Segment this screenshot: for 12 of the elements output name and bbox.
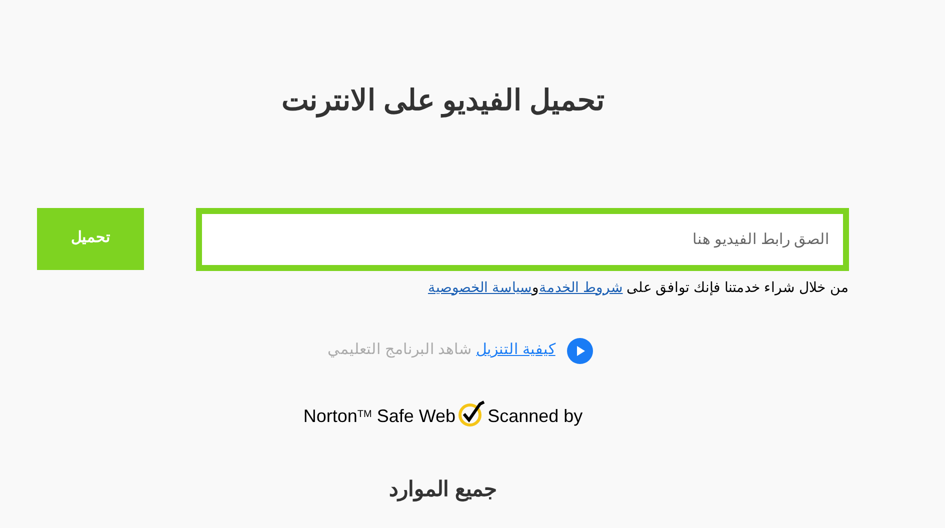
terms-text: من خلال شراء خدمتنا فإنك توافق على شروط الخدمةوسياسة الخصوصية xyxy=(428,278,849,298)
page-title: تحميل الفيديو على الانترنت xyxy=(281,84,605,120)
url-input-field[interactable]: الصق رابط الفيديو هنا xyxy=(196,208,849,270)
play-icon[interactable] xyxy=(567,338,594,364)
checkmark-seal-icon xyxy=(458,400,486,428)
resources-heading: جميع الموارد xyxy=(389,476,497,504)
privacy-link[interactable]: سياسة الخصوصية xyxy=(428,278,532,294)
terms-link[interactable]: شروط الخدمة xyxy=(538,278,623,294)
how-to-download-link[interactable]: كيفية التنزيل xyxy=(476,341,556,358)
tutorial-text: كيفية التنزيل شاهد البرنامج التعليمي xyxy=(328,340,556,360)
scanned-by-text: Scanned by xyxy=(488,404,583,428)
norton-brand: Norton$^{TM}$ Safe Web xyxy=(303,404,456,428)
